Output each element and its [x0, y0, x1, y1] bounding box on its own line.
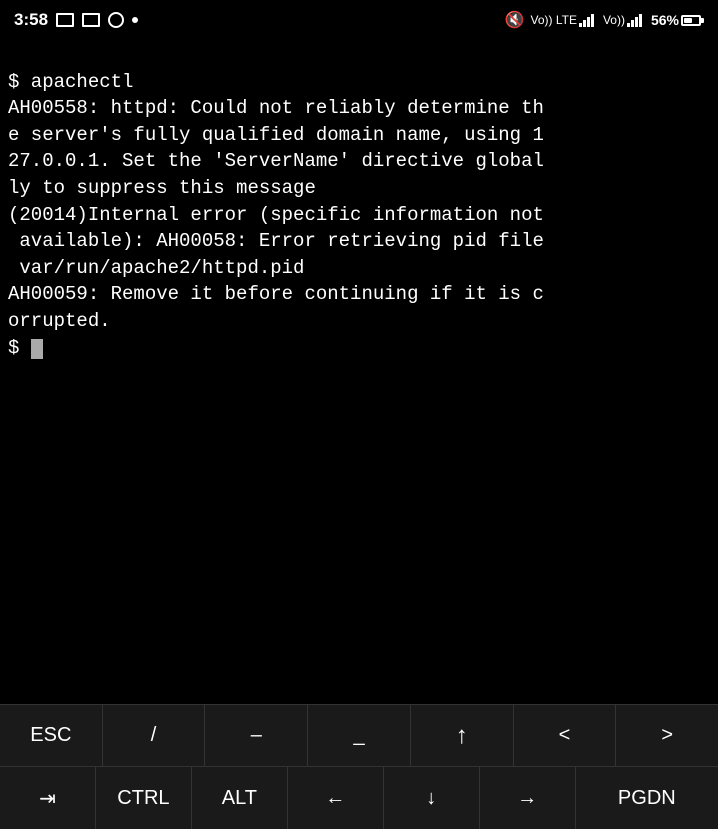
window-icon	[82, 13, 100, 27]
cursor	[31, 339, 43, 359]
status-bar: 3:58 🔇 Vo)) LTE Vo))	[0, 0, 718, 38]
battery-icon	[681, 15, 704, 26]
key-less-than[interactable]: <	[514, 705, 617, 766]
lte2-bars-icon	[627, 13, 645, 27]
key-arrow-left[interactable]: ←	[288, 767, 384, 829]
clock: 3:58	[14, 10, 48, 30]
terminal-output: $ apachectl AH00558: httpd: Could not re…	[8, 42, 710, 388]
dot-icon	[132, 17, 138, 23]
lte1-signal: Vo)) LTE	[530, 13, 596, 27]
key-alt[interactable]: ALT	[192, 767, 288, 829]
lte1-bars-icon	[579, 13, 597, 27]
key-underscore[interactable]: _	[308, 705, 411, 766]
status-left: 3:58	[14, 10, 138, 30]
key-esc[interactable]: ESC	[0, 705, 103, 766]
notification-icon	[108, 12, 124, 28]
battery-percent: 56%	[651, 12, 679, 28]
key-arrow-down[interactable]: ↓	[384, 767, 480, 829]
lte2-signal: Vo))	[603, 13, 645, 27]
key-slash[interactable]: /	[103, 705, 206, 766]
key-greater-than[interactable]: >	[616, 705, 718, 766]
toolbar-row-1: ESC / – _ ↑ < >	[0, 705, 718, 767]
key-pgdn[interactable]: PGDN	[576, 767, 718, 829]
toolbar-row-2: ⇥ CTRL ALT ← ↓ → PGDN	[0, 767, 718, 829]
key-dash[interactable]: –	[205, 705, 308, 766]
screenshot-icon	[56, 13, 74, 27]
key-arrow-up[interactable]: ↑	[411, 705, 514, 766]
key-tab[interactable]: ⇥	[0, 767, 96, 829]
key-arrow-right[interactable]: →	[480, 767, 576, 829]
lte2-label: Vo))	[603, 13, 625, 27]
lte1-label: Vo)) LTE	[530, 13, 576, 27]
battery: 56%	[651, 12, 704, 28]
status-right: 🔇 Vo)) LTE Vo)) 56%	[505, 10, 704, 30]
key-ctrl[interactable]: CTRL	[96, 767, 192, 829]
terminal-line-1: $ apachectl AH00558: httpd: Could not re…	[8, 71, 544, 359]
mute-icon: 🔇	[505, 10, 525, 30]
terminal-area: $ apachectl AH00558: httpd: Could not re…	[0, 38, 718, 704]
keyboard-toolbar: ESC / – _ ↑ < > ⇥ CTRL ALT ←	[0, 704, 718, 829]
